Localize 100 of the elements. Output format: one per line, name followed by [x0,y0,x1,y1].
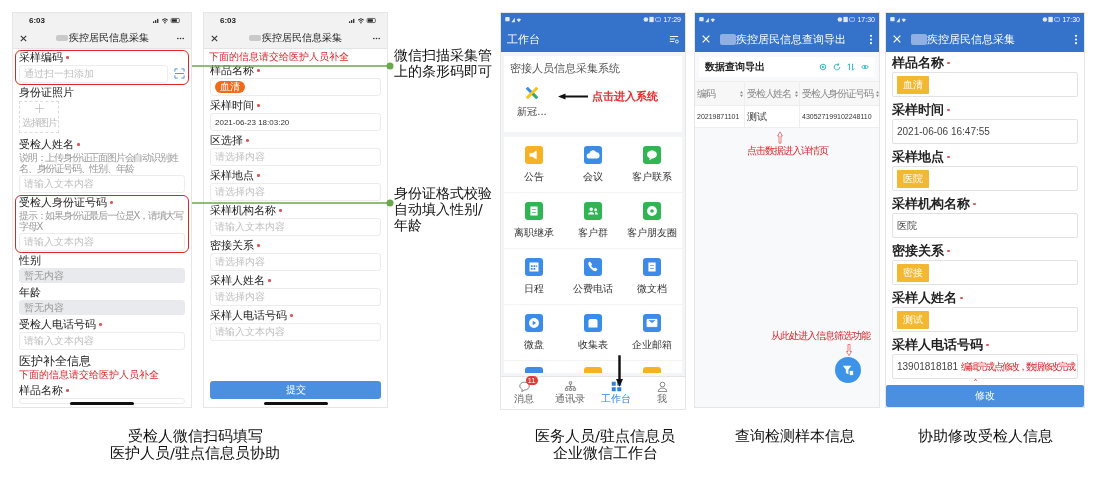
field-label: 采样地点 [210,169,254,182]
field-label: 采样人电话号码 [210,309,287,322]
window-title: 疾控居民信息查询导出 [736,31,847,47]
filter-icon [842,364,854,376]
home-indicator [70,402,134,405]
up-arrow-icon [777,131,783,144]
section-title: 医护补全信息 [19,354,92,368]
filter-button[interactable] [835,357,861,383]
input-field[interactable]: 医院 [892,213,1078,238]
field-label: 区选择 [210,134,243,147]
window-title: 疾控居民信息采集 [927,31,1016,47]
chat-icon [517,381,531,392]
window-title: 疾控居民信息采集 [68,31,149,45]
window-title: 工作台 [507,31,541,47]
notice-text: 下面的信息请交给医护人员补全 [19,368,160,381]
notice-text: 下面的信息请交给医护人员补全 [209,50,350,63]
tab-bar-item[interactable]: 我 [639,377,685,409]
field-label: 样品名称 [892,55,944,71]
scan-icon[interactable] [174,68,185,79]
down-arrow-icon [846,344,852,356]
plus-icon [34,104,44,113]
caption: 受检人微信扫码填写 医护人员/驻点信息员协助 [109,428,281,462]
status-time: 6:03 [29,16,45,25]
column-header[interactable]: 受检人身份证号码 [800,82,879,106]
card-title: 数据查询导出 [705,60,765,74]
app-tile[interactable]: 新冠... [510,85,554,119]
option-tag: 血清 [215,81,245,93]
more-icon[interactable] [869,33,873,45]
window-title: 疾控居民信息采集 [262,31,342,45]
field-label: 采样机构名称 [892,196,970,212]
status-icons [153,17,181,24]
option-tag: 医院 [897,169,929,188]
readonly-field: 暂无内容 [19,300,185,315]
field-label: 受检人姓名 [19,138,74,151]
callout-text: 微信扫描采集管上的条形码即可 [394,47,493,79]
callout-text: 身份证格式校验自动填入性别/年龄 [394,185,493,233]
field-label: 采样机构名称 [210,204,276,217]
option-tag: 血清 [897,75,929,94]
close-icon[interactable] [210,33,219,43]
app-icon[interactable] [524,367,543,373]
status-icon [505,16,523,23]
down-arrow-icon [616,355,623,387]
field-label: 采样编码 [19,51,63,64]
blurred-text [911,33,927,45]
input-field[interactable]: 13901818181 编辑完成点修改，数据修改完成 [892,354,1078,379]
field-label: 性别 [19,254,41,267]
field-label: 样品名称 [210,64,254,77]
sort-icon [876,90,879,97]
sort-icon [740,90,743,97]
field-label: 密接关系 [892,243,944,259]
submit-button[interactable]: 修改 [886,385,1084,407]
annotation-text: 点击数据进入详情页 [747,144,830,158]
field-label: 受检人身份证号码 [19,196,107,209]
field-label: 采样时间 [210,99,254,112]
caption: 查询检测样本信息 [734,428,856,446]
blurred-text [720,33,736,45]
input-field[interactable]: 2021-06-06 16:47:55 [892,119,1078,144]
caption: 医务人员/驻点信息员 企业微信工作台 [534,428,676,462]
field-label: 采样人姓名 [892,290,957,306]
blurred-text [249,35,261,41]
status-time: 6:03 [220,16,236,25]
option-tag: 测试 [897,310,929,329]
field-label: 采样人电话号码 [892,337,983,353]
status-icon [890,16,908,23]
column-header[interactable]: 编码 [695,82,745,106]
annotation-text: 编辑完成点修改，数据修改完成 [961,359,1075,374]
field-hint: 提示：如果身份证最后一位是X，请填大写字母X [19,210,185,232]
field-label: 样品名称 [19,384,63,397]
field-label: 采样地点 [892,149,944,165]
settings-icon[interactable] [669,34,679,44]
field-label: 年龄 [19,286,41,299]
column-header[interactable]: 受检人姓名 [745,82,800,106]
field-label: 身份证照片 [19,86,74,99]
close-icon[interactable] [19,33,28,43]
battery-icon [1042,16,1061,23]
home-indicator [263,402,328,405]
person-icon [655,381,669,392]
readonly-field: 暂无内容 [19,268,185,283]
field-label: 采样人姓名 [210,274,265,287]
cross-logo-icon [525,85,539,100]
left-arrow-icon [558,92,588,100]
blurred-text [55,35,68,41]
sort-icon [795,90,798,97]
battery-icon [837,16,856,23]
field-label: 受检人电话号码 [19,318,96,331]
tab-bar-item[interactable]: 11 消息 [501,377,547,409]
status-icon [699,16,717,23]
annotation-text: 从此处进入信息筛选功能 [771,329,872,343]
option-tag: 密接 [897,263,929,282]
tab-bar-item[interactable]: 通讯录 [547,377,593,409]
field-hint: 说明：上传身份证正面图片会自动识别姓名、身份证号码、性别、年龄 [19,152,179,174]
input-field[interactable]: 2021-06-23 18:03:20 [210,113,381,131]
more-icon[interactable] [1074,33,1078,45]
battery-icon [643,16,662,23]
annotation-text: 点击进入系统 [592,88,658,104]
table-cell[interactable]: 测试 [745,106,800,128]
field-label: 采样时间 [892,102,944,118]
field-label: 密接关系 [210,239,254,252]
submit-button[interactable]: 提交 [210,381,381,399]
section-title: 密接人员信息采集系统 [510,61,621,77]
